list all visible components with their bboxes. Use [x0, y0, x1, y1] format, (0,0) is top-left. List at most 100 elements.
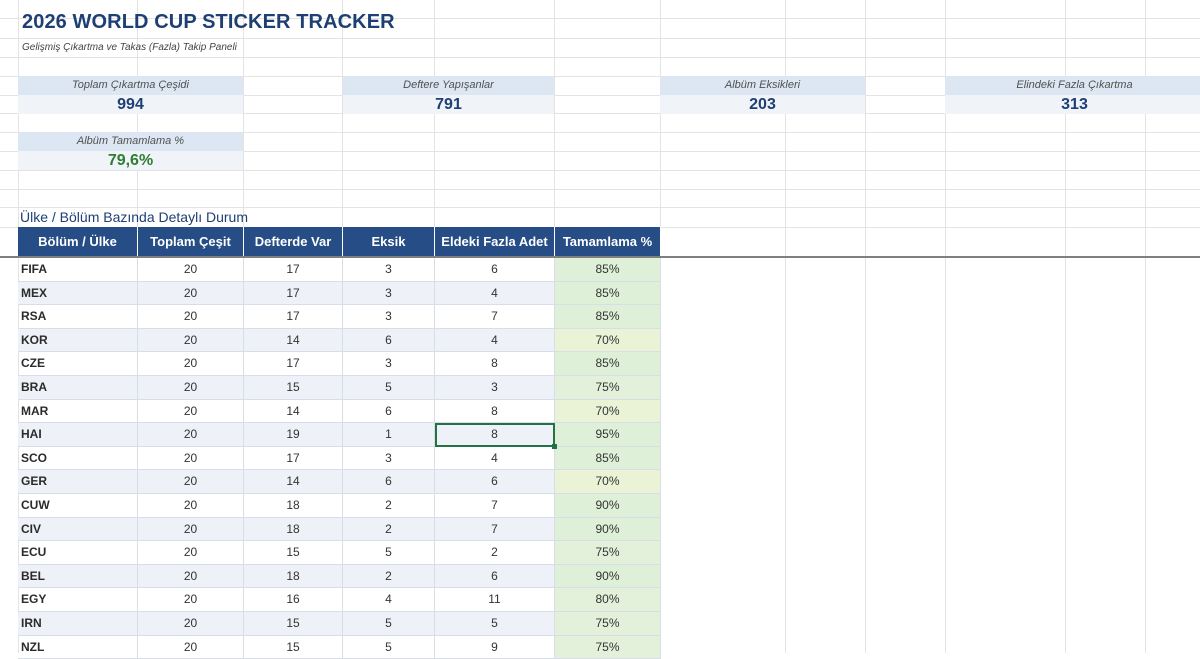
table-cell[interactable]: 8 [435, 400, 555, 424]
column-header[interactable]: Eldeki Fazla Adet [435, 227, 555, 256]
table-cell[interactable]: 14 [244, 329, 343, 353]
table-cell[interactable]: 6 [435, 565, 555, 589]
table-cell[interactable]: 20 [138, 352, 244, 376]
table-cell[interactable]: 5 [343, 612, 435, 636]
country-cell[interactable]: IRN [18, 612, 138, 636]
table-cell[interactable]: 20 [138, 376, 244, 400]
country-cell[interactable]: FIFA [18, 258, 138, 282]
table-cell[interactable]: 85% [555, 282, 661, 306]
table-row[interactable]: CZE20173885% [18, 352, 661, 376]
country-cell[interactable]: CUW [18, 494, 138, 518]
table-cell[interactable]: 75% [555, 612, 661, 636]
table-cell[interactable]: 20 [138, 588, 244, 612]
table-cell[interactable]: 3 [343, 258, 435, 282]
table-cell[interactable]: 15 [244, 612, 343, 636]
table-row[interactable]: RSA20173785% [18, 305, 661, 329]
table-cell[interactable]: 15 [244, 541, 343, 565]
table-cell[interactable]: 17 [244, 282, 343, 306]
country-cell[interactable]: CZE [18, 352, 138, 376]
table-row[interactable]: FIFA20173685% [18, 258, 661, 282]
country-cell[interactable]: KOR [18, 329, 138, 353]
table-cell[interactable]: 6 [343, 400, 435, 424]
country-cell[interactable]: CIV [18, 518, 138, 542]
table-cell[interactable]: 20 [138, 329, 244, 353]
table-cell[interactable]: 2 [343, 518, 435, 542]
table-cell[interactable]: 14 [244, 400, 343, 424]
table-cell[interactable]: 7 [435, 494, 555, 518]
table-cell[interactable]: 14 [244, 470, 343, 494]
table-cell[interactable]: 20 [138, 518, 244, 542]
column-header[interactable]: Eksik [343, 227, 435, 256]
country-cell[interactable]: NZL [18, 636, 138, 659]
table-cell[interactable]: 17 [244, 258, 343, 282]
table-cell[interactable]: 75% [555, 376, 661, 400]
table-cell[interactable]: 85% [555, 352, 661, 376]
table-cell[interactable]: 80% [555, 588, 661, 612]
table-cell[interactable]: 5 [343, 376, 435, 400]
table-row[interactable]: BEL20182690% [18, 565, 661, 589]
table-cell[interactable]: 70% [555, 470, 661, 494]
table-cell[interactable]: 3 [435, 376, 555, 400]
table-cell[interactable]: 20 [138, 447, 244, 471]
table-row[interactable]: GER20146670% [18, 470, 661, 494]
table-cell[interactable]: 20 [138, 282, 244, 306]
column-header[interactable]: Defterde Var [244, 227, 343, 256]
table-cell[interactable]: 20 [138, 612, 244, 636]
table-cell[interactable]: 6 [343, 470, 435, 494]
table-cell[interactable]: 18 [244, 565, 343, 589]
table-row[interactable]: IRN20155575% [18, 612, 661, 636]
table-cell[interactable]: 70% [555, 400, 661, 424]
table-cell[interactable]: 20 [138, 470, 244, 494]
table-cell[interactable]: 4 [343, 588, 435, 612]
kpi-extras[interactable]: Elindeki Fazla Çıkartma 313 [945, 76, 1200, 114]
table-cell[interactable]: 3 [343, 282, 435, 306]
country-cell[interactable]: SCO [18, 447, 138, 471]
table-row[interactable]: NZL20155975% [18, 636, 661, 659]
table-cell[interactable]: 7 [435, 518, 555, 542]
column-header[interactable]: Tamamlama % [555, 227, 661, 256]
table-row[interactable]: KOR20146470% [18, 329, 661, 353]
table-cell[interactable]: 17 [244, 305, 343, 329]
table-cell[interactable]: 7 [435, 305, 555, 329]
table-cell[interactable]: 20 [138, 565, 244, 589]
table-cell[interactable]: 11 [435, 588, 555, 612]
table-cell[interactable]: 85% [555, 305, 661, 329]
table-cell[interactable]: 2 [343, 494, 435, 518]
table-cell[interactable]: 5 [343, 636, 435, 659]
table-cell[interactable]: 75% [555, 541, 661, 565]
table-cell[interactable]: 85% [555, 258, 661, 282]
table-cell[interactable]: 20 [138, 636, 244, 659]
table-cell[interactable]: 20 [138, 541, 244, 565]
table-cell[interactable]: 16 [244, 588, 343, 612]
table-cell[interactable]: 3 [343, 447, 435, 471]
table-cell[interactable]: 20 [138, 258, 244, 282]
country-cell[interactable]: EGY [18, 588, 138, 612]
table-cell[interactable]: 20 [138, 423, 244, 447]
table-row[interactable]: BRA20155375% [18, 376, 661, 400]
table-cell[interactable]: 90% [555, 565, 661, 589]
table-row[interactable]: MAR20146870% [18, 400, 661, 424]
country-cell[interactable]: BEL [18, 565, 138, 589]
table-cell[interactable]: 17 [244, 352, 343, 376]
country-cell[interactable]: HAI [18, 423, 138, 447]
table-row[interactable]: CIV20182790% [18, 518, 661, 542]
table-row[interactable]: SCO20173485% [18, 447, 661, 471]
table-cell[interactable]: 70% [555, 329, 661, 353]
table-cell[interactable]: 20 [138, 305, 244, 329]
country-cell[interactable]: MEX [18, 282, 138, 306]
column-header[interactable]: Toplam Çeşit [138, 227, 244, 256]
country-cell[interactable]: GER [18, 470, 138, 494]
table-cell[interactable]: 19 [244, 423, 343, 447]
table-cell[interactable]: 95% [555, 423, 661, 447]
table-row[interactable]: CUW20182790% [18, 494, 661, 518]
table-cell[interactable]: 2 [435, 541, 555, 565]
table-cell[interactable]: 5 [343, 541, 435, 565]
table-cell[interactable]: 20 [138, 494, 244, 518]
table-row[interactable]: HAI20191895% [18, 423, 661, 447]
fill-handle[interactable] [552, 444, 557, 449]
country-cell[interactable]: RSA [18, 305, 138, 329]
table-cell[interactable]: 6 [435, 470, 555, 494]
table-row[interactable]: EGY201641180% [18, 588, 661, 612]
table-cell[interactable]: 18 [244, 494, 343, 518]
table-row[interactable]: ECU20155275% [18, 541, 661, 565]
